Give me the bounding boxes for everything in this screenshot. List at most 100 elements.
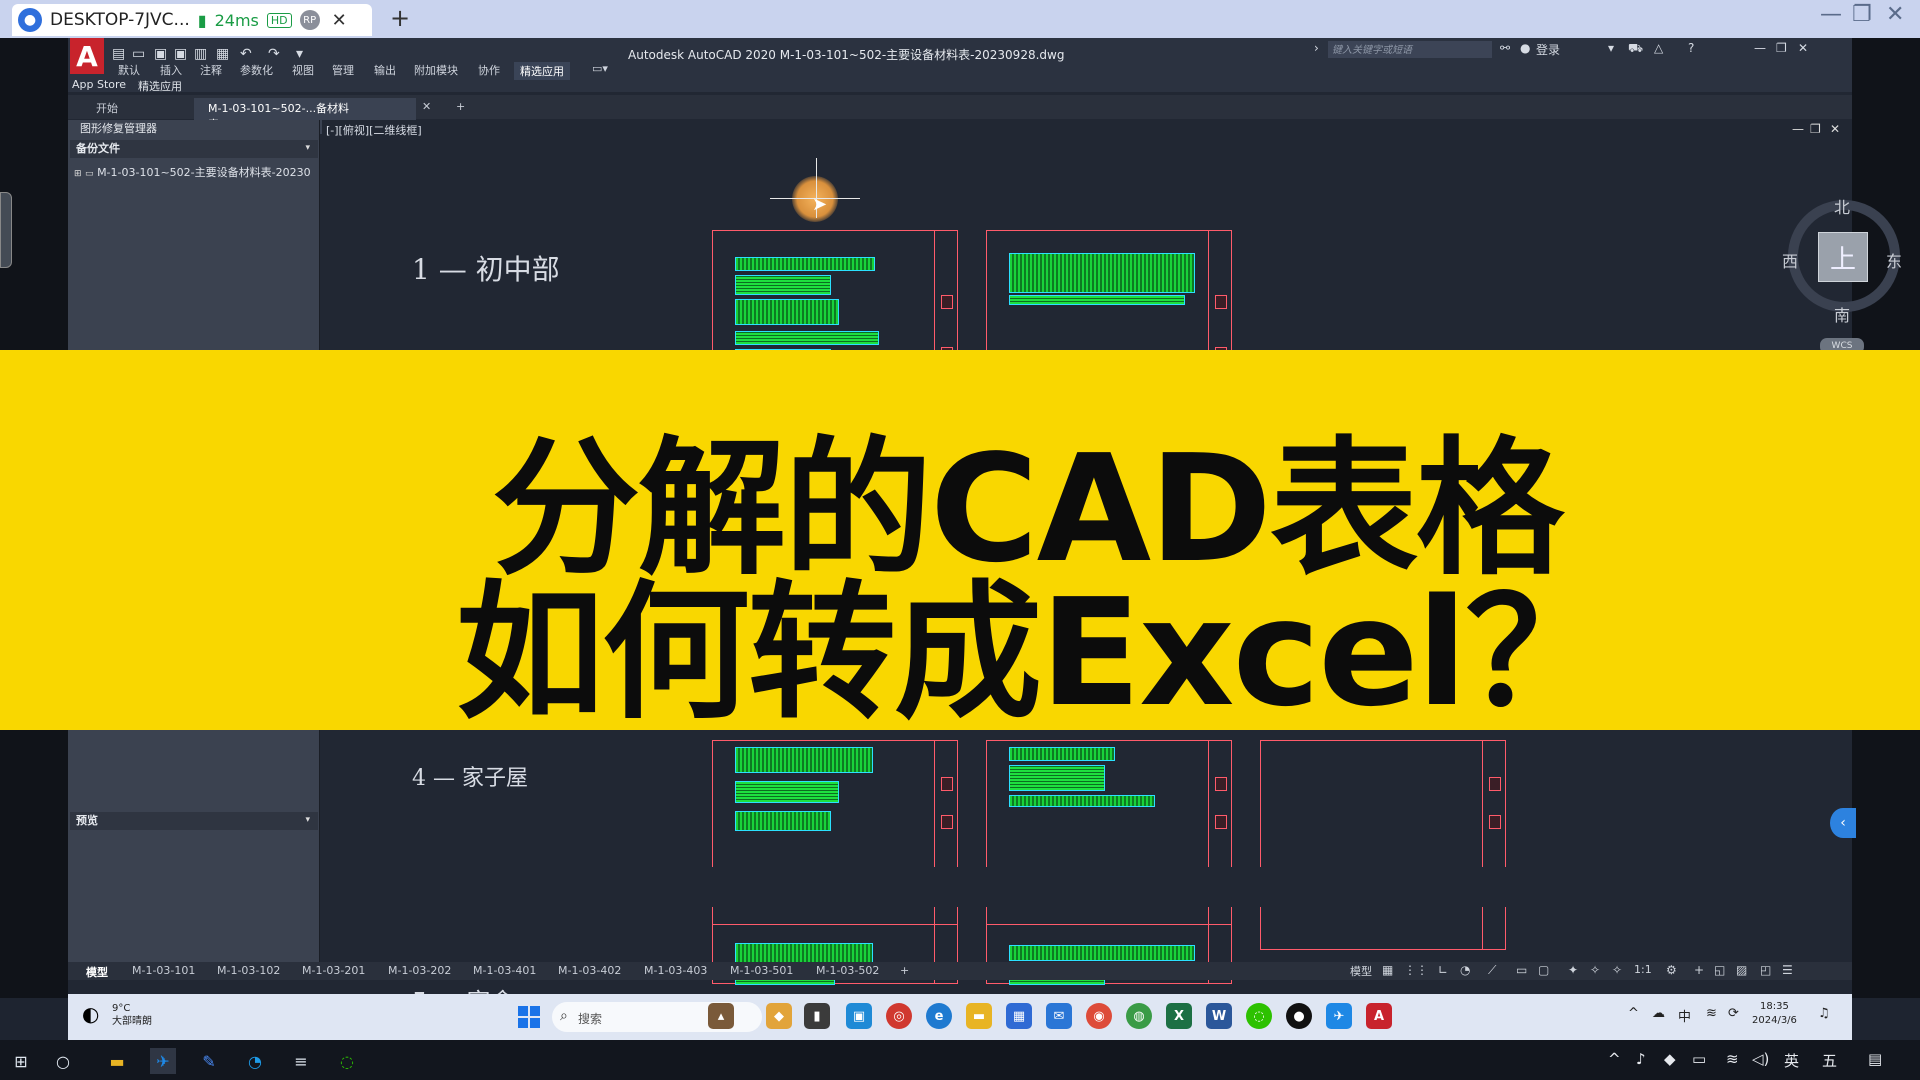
tab-close-button[interactable]: ✕ [418,98,435,115]
undo-icon[interactable]: ↶ [240,46,252,62]
app-icon[interactable]: ✈ [1326,1003,1352,1029]
autocad-taskbar-icon[interactable]: A [1366,1003,1392,1029]
compass-west[interactable]: 西 [1782,248,1798,272]
hd-badge[interactable]: HD [266,12,292,28]
table-block[interactable] [735,747,873,773]
login-button[interactable]: 登录 [1536,41,1560,58]
edge-icon[interactable]: e [926,1003,952,1029]
table-block[interactable] [1009,795,1155,807]
menu-insert[interactable]: 插入 [160,62,182,78]
widget-icon[interactable]: ▴ [708,1003,734,1029]
new-file-icon[interactable]: ▤ [112,46,125,62]
acad-restore-icon[interactable]: ❐ [1776,41,1787,55]
preview-collapse-icon[interactable]: ▾ [305,815,310,825]
ime-indicator[interactable]: 中 [1678,1006,1691,1025]
acad-minimize-icon[interactable]: — [1754,41,1766,55]
side-panel-toggle-icon[interactable]: ‹ [1830,808,1856,838]
menu-collaborate[interactable]: 协作 [478,62,500,78]
file-explorer-icon[interactable]: ▬ [966,1003,992,1029]
word-icon[interactable]: W [1206,1003,1232,1029]
menu-parametric[interactable]: 参数化 [240,62,273,78]
sheet-4c[interactable] [1260,740,1506,950]
customize-dropdown-icon[interactable]: ▾ [296,46,303,62]
windows-start-icon[interactable] [518,1006,540,1028]
viewport-restore-icon[interactable]: ❐ [1810,122,1821,136]
table-block[interactable] [735,299,839,325]
annotation-scale[interactable]: 1:1 [1634,963,1652,976]
viewcube-face[interactable]: 上 [1818,232,1868,282]
layout-tab[interactable]: M-1-03-101 [132,964,195,977]
viewport-minimize-icon[interactable]: — [1792,122,1804,136]
save-as-icon[interactable]: ▣ [174,46,187,62]
cart-icon[interactable]: ⛟ [1628,41,1643,57]
wifi-icon[interactable]: ≋ [1706,1006,1717,1021]
app-icon[interactable]: ≡ [288,1048,314,1074]
table-block[interactable] [735,811,831,831]
mail-icon[interactable]: ✉ [1046,1003,1072,1029]
table-block[interactable] [735,275,831,295]
polar-icon[interactable]: ◔ [1460,963,1470,977]
plot-icon[interactable]: ▥ [194,46,207,62]
microphone-icon[interactable]: ♪ [1636,1050,1646,1068]
status-model[interactable]: 模型 [1350,963,1372,979]
table-block[interactable] [1009,747,1115,761]
menu-output[interactable]: 输出 [374,62,396,78]
tool-icon[interactable]: ✎ [196,1048,222,1074]
app-icon[interactable]: ▣ [846,1003,872,1029]
tray-chevron-icon[interactable]: ^ [1608,1050,1621,1068]
menu-view[interactable]: 视图 [292,62,314,78]
chrome-icon[interactable]: ◉ [1086,1003,1112,1029]
plus-icon[interactable]: + [1694,963,1704,977]
osnap-icon[interactable]: ▭ [1516,963,1527,977]
sync-icon[interactable]: ⟳ [1728,1006,1739,1021]
units-icon[interactable]: ◱ [1714,963,1725,977]
autoscale-icon[interactable]: ✧ [1590,963,1600,977]
ortho-icon[interactable]: ∟ [1438,963,1448,977]
redo-icon[interactable]: ↷ [268,46,280,62]
wechat-icon[interactable]: ◌ [1246,1003,1272,1029]
expand-arrow-icon[interactable]: › [1314,41,1319,55]
annotation-visibility-icon[interactable]: ✦ [1568,963,1578,977]
tab-start[interactable]: 开始 [82,98,132,118]
exchange-icon[interactable]: △ [1654,41,1663,55]
sheet-4a[interactable] [712,740,958,950]
ribbon-toggle-icon[interactable]: ▭▾ [592,62,608,75]
notification-bell-icon[interactable]: ♫ [1818,1006,1830,1021]
workspace-gear-icon[interactable]: ⚙ [1666,963,1677,977]
tab-model[interactable]: 模型 [86,964,108,980]
ime-mode[interactable]: 五 [1822,1050,1837,1071]
compass-south[interactable]: 南 [1834,302,1850,326]
windows-start-icon[interactable]: ⊞ [8,1048,34,1074]
user-icon[interactable]: ● [1520,41,1530,55]
help-search-input[interactable]: 键入关键字或短语 [1328,41,1492,58]
backup-files-section[interactable]: 备份文件 ▾ [70,140,318,158]
menu-featured-apps[interactable]: 精选应用 [514,62,570,80]
menu-manage[interactable]: 管理 [332,62,354,78]
customize-icon[interactable]: ☰ [1782,963,1793,977]
browser-icon[interactable]: ◔ [242,1048,268,1074]
otrack-icon[interactable]: ▢ [1538,963,1549,977]
clock[interactable]: 18:35 2024/3/6 [1752,1000,1797,1028]
open-file-icon[interactable]: ▭ [132,46,145,62]
layout-tab[interactable]: M-1-03-102 [217,964,280,977]
close-icon[interactable]: ✕ [1886,2,1904,27]
table-block[interactable] [1009,253,1195,293]
search-icon[interactable]: ○ [50,1048,76,1074]
layout-tab[interactable]: M-1-03-502 [816,964,879,977]
autocad-logo-icon[interactable]: A [70,38,104,74]
notification-icon[interactable]: ▤ [1868,1050,1882,1068]
menu-default[interactable]: 默认 [118,62,140,78]
tab-add-button[interactable]: + [452,98,469,115]
file-explorer-icon[interactable]: ▬ [104,1048,130,1074]
login-dropdown-icon[interactable]: ▾ [1608,41,1614,55]
annotation-scale-icon[interactable]: ✧ [1612,963,1622,977]
ime-language[interactable]: 英 [1784,1050,1799,1071]
expand-plus-icon[interactable]: ⊞ [74,169,82,179]
weather-widget[interactable]: 9°C 大部晴朗 [112,1002,152,1028]
restore-icon[interactable]: ❐ [1852,2,1872,27]
app-icon[interactable]: ◍ [1126,1003,1152,1029]
featured-apps-button[interactable]: 精选应用 [138,78,182,94]
menu-annotate[interactable]: 注释 [200,62,222,78]
qq-icon[interactable]: ● [1286,1003,1312,1029]
table-block[interactable] [1009,945,1195,961]
